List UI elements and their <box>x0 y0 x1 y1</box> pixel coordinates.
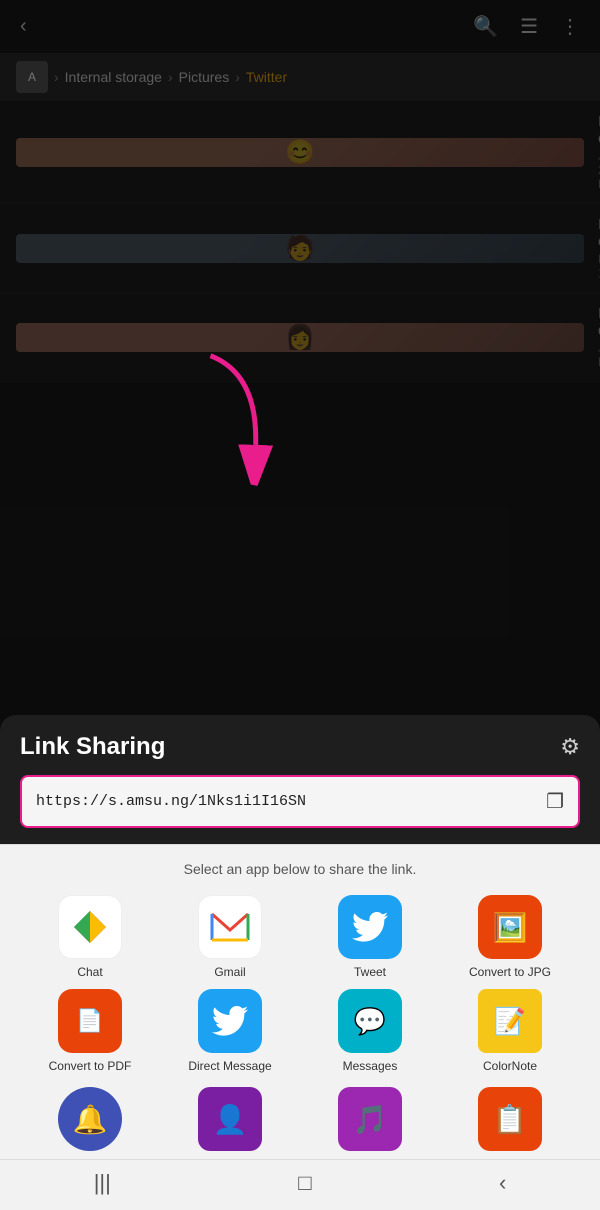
sep-1: › <box>54 69 59 85</box>
chat-icon <box>58 895 122 959</box>
sep-2: › <box>168 69 173 85</box>
app-label-convert-pdf: Convert to PDF <box>49 1059 132 1073</box>
partial-app-row: 🔔 👤 🎵 📋 <box>20 1087 580 1159</box>
gear-icon[interactable]: ⚙ <box>560 734 580 760</box>
app-item-direct-message[interactable]: Direct Message <box>160 989 300 1073</box>
file-list: 😊 IMG_-ci32uo.jpg Jun 25, 2022 9:09 PM 1… <box>0 101 600 382</box>
app-label-convert-jpg: Convert to JPG <box>469 965 551 979</box>
app-label-gmail: Gmail <box>214 965 245 979</box>
app-item-colornote[interactable]: 📝 ColorNote <box>440 989 580 1073</box>
recent-apps-button[interactable]: ||| <box>94 1170 111 1196</box>
file-thumbnail: 🧑 <box>16 234 584 263</box>
app-item-tweet[interactable]: Tweet <box>300 895 440 979</box>
app-share-panel: Select an app below to share the link. C… <box>0 844 600 1159</box>
colornote-icon: 📝 <box>478 989 542 1053</box>
convert-jpg-icon: 🖼️ <box>478 895 542 959</box>
list-icon[interactable]: ☰ <box>520 14 538 39</box>
app-item-partial-1[interactable]: 🔔 <box>20 1087 160 1151</box>
messages-icon: 💬 <box>338 989 402 1053</box>
app-item-partial-3[interactable]: 🎵 <box>300 1087 440 1151</box>
gmail-icon <box>198 895 262 959</box>
app-label-tweet: Tweet <box>354 965 386 979</box>
url-text: https://s.amsu.ng/1Nks1i1I16SN <box>36 793 536 810</box>
app-item-convert-jpg[interactable]: 🖼️ Convert to JPG <box>440 895 580 979</box>
partial-icon-4: 📋 <box>478 1087 542 1151</box>
direct-message-icon <box>198 989 262 1053</box>
back-button[interactable]: ‹ <box>499 1170 506 1196</box>
convert-pdf-icon: 📄 <box>58 989 122 1053</box>
file-thumbnail: 😊 <box>16 138 584 167</box>
app-item-partial-2[interactable]: 👤 <box>160 1087 300 1151</box>
app-item-convert-pdf[interactable]: 📄 Convert to PDF <box>20 989 160 1073</box>
copy-icon[interactable]: ❐ <box>546 789 564 814</box>
app-label-colornote: ColorNote <box>483 1059 537 1073</box>
tweet-icon <box>338 895 402 959</box>
avatar: A <box>16 61 48 93</box>
home-button[interactable]: □ <box>298 1170 311 1196</box>
app-label-messages: Messages <box>343 1059 398 1073</box>
bottom-nav: ||| □ ‹ <box>0 1159 600 1210</box>
table-row[interactable]: 🧑 IMG_-clfv8.jpg Mar 3 12:16 AM 193 KB <box>0 204 600 293</box>
back-icon[interactable]: ‹ <box>20 15 27 38</box>
link-sharing-title: Link Sharing <box>20 733 165 761</box>
more-icon[interactable]: ⋮ <box>560 14 580 39</box>
pictures-label[interactable]: Pictures <box>179 69 230 85</box>
app-grid: Chat Gmail <box>20 895 580 1073</box>
link-sharing-panel: Link Sharing ⚙ https://s.amsu.ng/1Nks1i1… <box>0 715 600 844</box>
search-icon[interactable]: 🔍 <box>473 14 498 39</box>
bottom-sheet: Link Sharing ⚙ https://s.amsu.ng/1Nks1i1… <box>0 715 600 1210</box>
active-folder-label[interactable]: Twitter <box>246 69 287 85</box>
table-row[interactable]: 😊 IMG_-ci32uo.jpg Jun 25, 2022 9:09 PM 1… <box>0 101 600 204</box>
app-label-chat: Chat <box>77 965 102 979</box>
top-bar: ‹ 🔍 ☰ ⋮ <box>0 0 600 53</box>
app-item-gmail[interactable]: Gmail <box>160 895 300 979</box>
file-thumbnail: 👩 <box>16 323 584 352</box>
app-share-hint: Select an app below to share the link. <box>20 861 580 877</box>
storage-label[interactable]: Internal storage <box>65 69 162 85</box>
sep-3: › <box>235 69 240 85</box>
app-item-chat[interactable]: Chat <box>20 895 160 979</box>
app-label-direct-message: Direct Message <box>188 1059 271 1073</box>
partial-icon-1: 🔔 <box>58 1087 122 1151</box>
partial-icon-3: 🎵 <box>338 1087 402 1151</box>
app-item-partial-4[interactable]: 📋 <box>440 1087 580 1151</box>
app-item-messages[interactable]: 💬 Messages <box>300 989 440 1073</box>
table-row[interactable]: 👩 IMG_-dce1o….jpg Jun 25, 2022 9 PM 141 … <box>0 293 600 382</box>
url-box[interactable]: https://s.amsu.ng/1Nks1i1I16SN ❐ <box>20 775 580 828</box>
breadcrumb: A › Internal storage › Pictures › Twitte… <box>0 53 600 101</box>
partial-icon-2: 👤 <box>198 1087 262 1151</box>
link-sharing-header: Link Sharing ⚙ <box>20 733 580 761</box>
